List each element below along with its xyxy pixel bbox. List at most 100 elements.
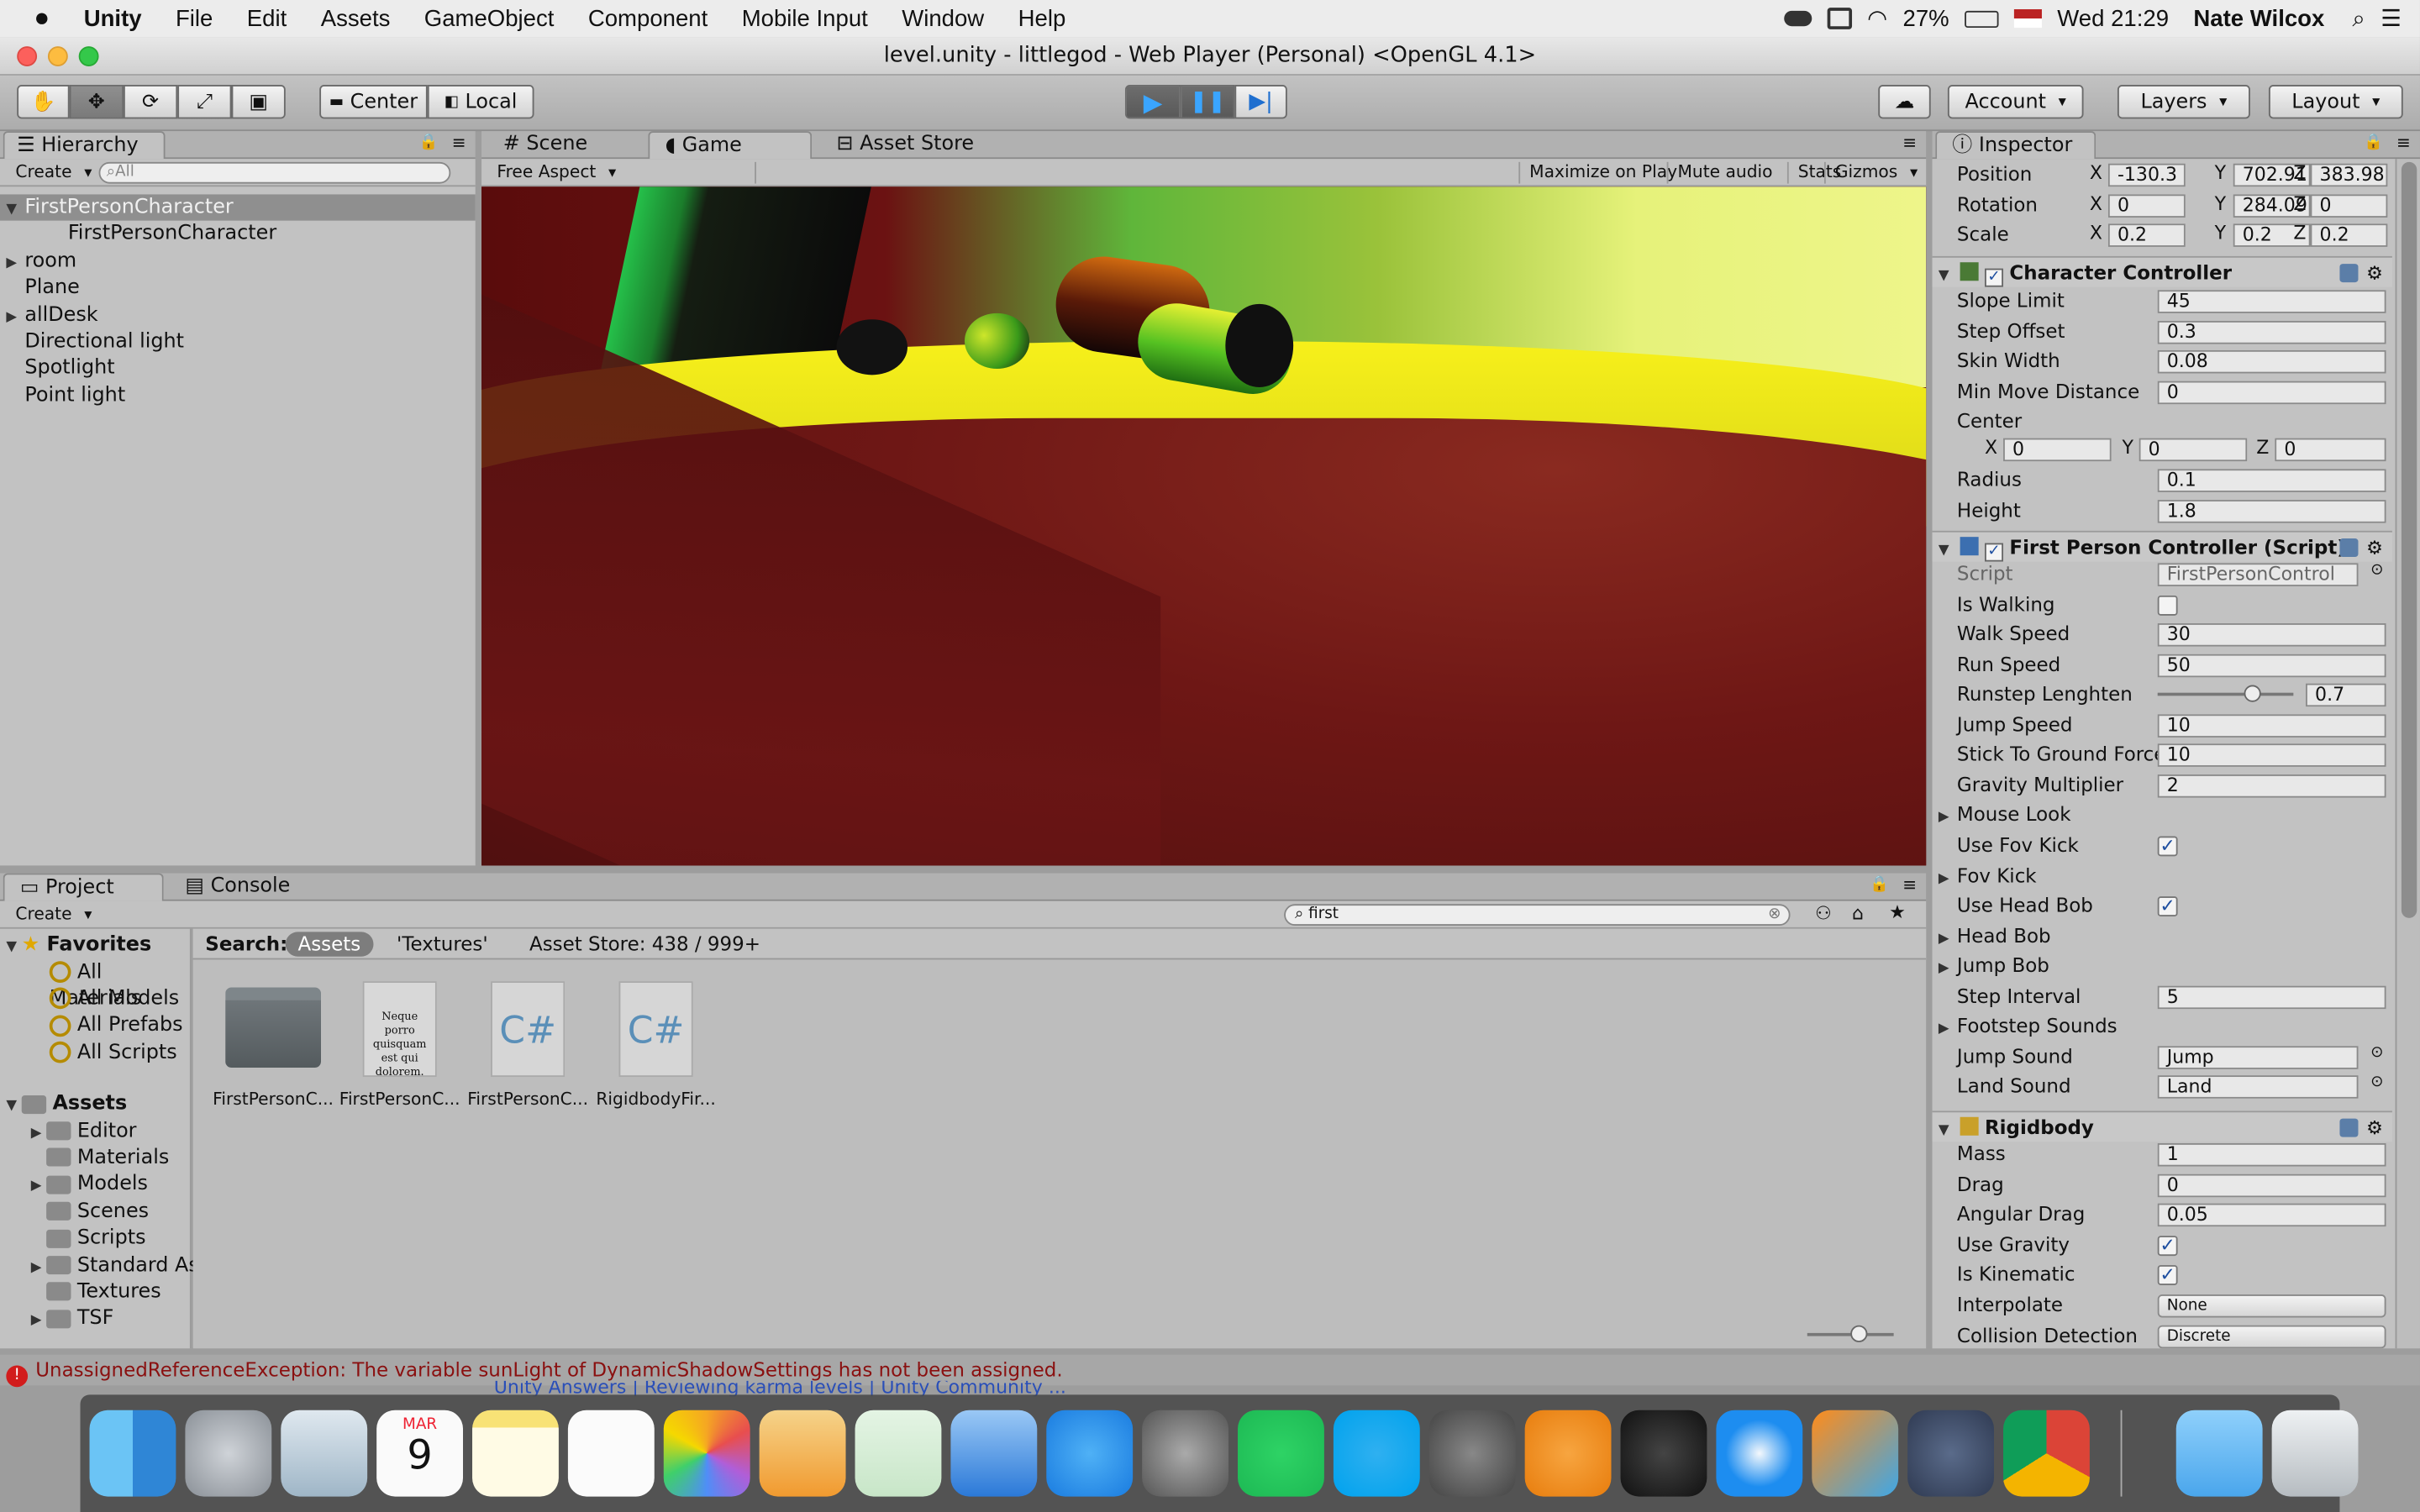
favorite-star-icon[interactable]: ★ <box>1889 901 1906 923</box>
help-book-icon[interactable] <box>2339 264 2359 283</box>
property-field[interactable]: 0.1 <box>2157 469 2386 492</box>
menubar-user[interactable]: Nate Wilcox <box>2193 5 2324 31</box>
scope-assets-toggle[interactable]: Assets <box>285 932 373 957</box>
notification-center-icon[interactable]: ☰ <box>2381 5 2402 32</box>
hierarchy-item[interactable]: FirstPersonCharacter <box>0 221 476 247</box>
foldout-arrow-icon[interactable]: ▶ <box>1939 871 1954 886</box>
gravity-multiplier-field[interactable]: 2 <box>2157 774 2386 798</box>
component-enabled-checkbox[interactable]: ✓ <box>1984 543 2004 562</box>
scrollbar-thumb[interactable] <box>2401 161 2417 918</box>
pivot-local-button[interactable]: ◧ Local <box>427 85 534 119</box>
foldout-arrow-icon[interactable]: ▶ <box>1939 811 1954 826</box>
object-picker-icon[interactable]: ⊙ <box>2370 562 2383 579</box>
menu-component[interactable]: Component <box>571 5 725 31</box>
footstep-sounds-foldout[interactable]: ▶ Footstep Sounds <box>1939 1014 2118 1037</box>
property-field[interactable]: 0.2 <box>2107 223 2186 248</box>
mouse-look-foldout[interactable]: ▶ Mouse Look <box>1939 803 2071 827</box>
dock-downloads-folder-icon[interactable] <box>2175 1410 2263 1497</box>
asset-item[interactable]: FirstPersonC... <box>212 987 335 1110</box>
property-field[interactable]: 1.8 <box>2157 499 2386 522</box>
dock-keynote-icon[interactable] <box>950 1410 1038 1497</box>
close-icon[interactable] <box>17 46 38 66</box>
status-bar[interactable]: ! UnassignedReferenceException: The varia… <box>0 1354 2420 1388</box>
dock-app-store-icon[interactable] <box>1046 1410 1134 1497</box>
property-field[interactable]: 45 <box>2157 290 2386 313</box>
dock-trash-icon[interactable] <box>2271 1410 2359 1497</box>
drag-field[interactable]: 0 <box>2157 1173 2386 1197</box>
maximize-icon[interactable] <box>78 46 99 66</box>
menu-window[interactable]: Window <box>885 5 1001 31</box>
mass-field[interactable]: 1 <box>2157 1142 2386 1167</box>
dock-chrome-icon[interactable] <box>2003 1410 2090 1497</box>
tab-project[interactable]: ▭ Project <box>3 873 164 901</box>
dock-unity-hub-icon[interactable] <box>1907 1410 1995 1497</box>
is-walking-checkbox[interactable] <box>2157 595 2178 616</box>
slider-thumb[interactable] <box>1850 1325 1868 1342</box>
expand-arrow-icon[interactable]: ▶ <box>31 1174 46 1200</box>
gear-icon[interactable]: ⚙ <box>2366 258 2383 289</box>
hand-tool-icon[interactable]: ✋ <box>17 85 70 119</box>
favorites-header[interactable]: ▼ ★ Favorites <box>0 932 151 958</box>
hierarchy-search-input[interactable]: ⌕All <box>98 161 451 184</box>
tab-scene[interactable]: # Scene <box>487 131 602 159</box>
property-field[interactable]: 383.98 <box>2310 163 2388 187</box>
tab-game[interactable]: ◖ Game <box>648 131 813 160</box>
folder-item[interactable]: ▶ Editor <box>0 1118 137 1144</box>
folder-item[interactable]: ▶ TSF <box>0 1305 114 1331</box>
creative-cloud-icon[interactable] <box>1783 10 1812 27</box>
is-kinematic-checkbox[interactable]: ✓ <box>2157 1265 2178 1286</box>
panel-menu-icon[interactable]: ≡ <box>1902 133 1917 153</box>
layout-dropdown[interactable]: Layout <box>2268 85 2403 119</box>
step-interval-field[interactable]: 5 <box>2157 985 2386 1009</box>
dock-system-preferences-icon[interactable] <box>1142 1410 1229 1497</box>
object-picker-icon[interactable]: ⊙ <box>2370 1044 2383 1061</box>
expand-arrow-icon[interactable]: ▶ <box>31 1309 46 1335</box>
hierarchy-item[interactable]: Plane <box>0 275 476 301</box>
dock-photos-icon[interactable] <box>663 1410 750 1497</box>
runstep-field[interactable]: 0.7 <box>2306 684 2386 707</box>
hierarchy-item[interactable]: ▼ FirstPersonCharacter <box>0 194 476 221</box>
lock-icon[interactable]: 🔒 <box>419 134 439 151</box>
folder-item[interactable]: ▶ Standard Ass <box>0 1252 210 1278</box>
play-button[interactable]: ▶ <box>1124 85 1181 119</box>
battery-icon[interactable] <box>1965 9 1999 28</box>
dock-launchpad-icon[interactable] <box>185 1410 272 1497</box>
use-gravity-checkbox[interactable]: ✓ <box>2157 1235 2178 1256</box>
hierarchy-item[interactable]: ▶ room <box>0 248 476 274</box>
menu-edit[interactable]: Edit <box>230 5 304 31</box>
filter-label-icon[interactable]: ⌂ <box>1852 902 1864 924</box>
asset-store-count[interactable]: Asset Store: 438 / 999+ <box>529 929 760 960</box>
expand-arrow-icon[interactable]: ▼ <box>6 935 21 961</box>
angular-drag-field[interactable]: 0.05 <box>2157 1203 2386 1227</box>
tab-hierarchy[interactable]: ☰ Hierarchy <box>3 131 166 160</box>
tab-asset-store[interactable]: ⊟ Asset Store <box>821 131 989 159</box>
filter-type-icon[interactable]: ⚇ <box>1815 902 1832 924</box>
center-z-field[interactable]: 0 <box>2275 438 2386 462</box>
jump-sound-field[interactable]: Jump <box>2157 1045 2359 1069</box>
hierarchy-create-dropdown[interactable]: Create <box>6 162 101 184</box>
move-tool-icon[interactable]: ✥ <box>69 85 124 119</box>
dock-blender-icon[interactable] <box>1524 1410 1612 1497</box>
hierarchy-item[interactable]: Directional light <box>0 328 476 354</box>
property-field[interactable]: 0 <box>2310 193 2388 218</box>
pause-button[interactable]: ❚❚ <box>1181 85 1235 119</box>
clear-search-icon[interactable]: ⊗ <box>1768 906 1781 924</box>
dock-unity-icon[interactable] <box>1620 1410 1707 1497</box>
mute-audio-toggle[interactable]: Mute audio <box>1666 161 1782 184</box>
wifi-icon[interactable]: ◠ <box>1867 5 1887 32</box>
expand-arrow-icon[interactable]: ▼ <box>6 1094 21 1120</box>
property-field[interactable]: 0 <box>2107 193 2186 218</box>
property-field[interactable]: 0.08 <box>2157 350 2386 374</box>
asset-item[interactable]: C# RigidbodyFir... <box>594 981 718 1110</box>
foldout-arrow-icon[interactable]: ▶ <box>1939 1021 1954 1037</box>
rigidbody-header[interactable]: ▼ Rigidbody ⚙ <box>1932 1110 2392 1142</box>
hierarchy-item[interactable]: Point light <box>0 382 476 408</box>
stick-to-ground-field[interactable]: 10 <box>2157 743 2386 768</box>
dock-pages-icon[interactable] <box>759 1410 846 1497</box>
help-book-icon[interactable] <box>2339 1118 2359 1137</box>
tab-console[interactable]: ▤ Console <box>170 874 306 901</box>
folder-item[interactable]: Materials <box>0 1145 169 1171</box>
foldout-arrow-icon[interactable]: ▼ <box>1939 1116 1954 1147</box>
lock-icon[interactable]: 🔒 <box>2364 134 2383 151</box>
expand-arrow-icon[interactable]: ▶ <box>6 305 21 331</box>
